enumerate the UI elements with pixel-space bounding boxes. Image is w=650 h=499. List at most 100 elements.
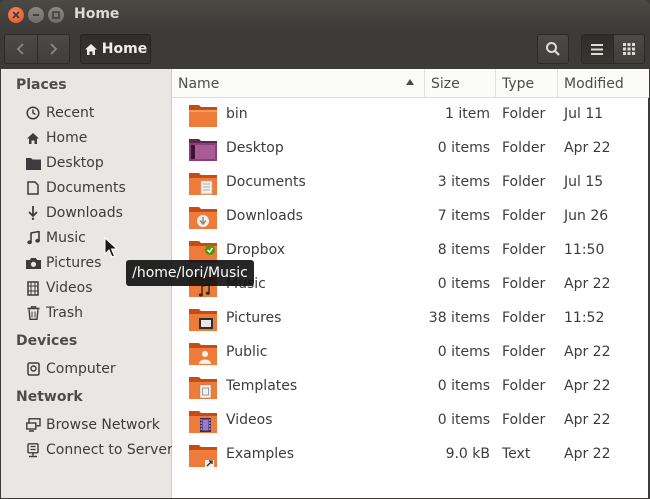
file-type: Folder <box>502 140 546 156</box>
file-row[interactable]: Documents 3 items Folder Jul 15 <box>172 166 649 200</box>
sidebar-item-label: Desktop <box>46 155 104 171</box>
drive-icon <box>25 361 41 377</box>
music-icon <box>25 230 41 246</box>
file-type: Text <box>502 446 531 462</box>
film-icon <box>25 280 41 296</box>
sidebar-item-home[interactable]: Home <box>25 127 87 149</box>
file-modified: Jul 15 <box>564 174 604 190</box>
file-size: 7 items <box>437 208 490 224</box>
sidebar-item-label: Recent <box>46 105 95 121</box>
back-button[interactable] <box>5 35 37 63</box>
column-header-row: Name Size Type Modified <box>172 69 649 98</box>
server-icon <box>25 442 41 458</box>
desktop-folder-icon <box>25 155 41 171</box>
path-bar-label: Home <box>101 41 148 57</box>
file-modified: Apr 22 <box>564 446 611 462</box>
file-modified: Apr 22 <box>564 378 611 394</box>
file-modified: Apr 22 <box>564 412 611 428</box>
sidebar-item-documents[interactable]: Documents <box>25 177 126 199</box>
path-bar-home-button[interactable]: Home <box>80 34 151 64</box>
file-type: Folder <box>502 412 546 428</box>
sidebar-item-label: Music <box>46 230 86 246</box>
list-view-icon <box>591 43 604 55</box>
link-folder-icon <box>189 445 217 467</box>
desktop-folder-icon <box>189 139 217 161</box>
file-type: Folder <box>502 344 546 360</box>
sidebar-item-label: Connect to Server <box>46 442 173 458</box>
maximize-window-button[interactable] <box>48 7 64 23</box>
sidebar-item-music[interactable]: Music <box>25 227 86 249</box>
history-nav <box>4 34 70 64</box>
file-type: Folder <box>502 276 546 292</box>
sidebar-item-label: Documents <box>46 180 126 196</box>
document-icon <box>25 180 41 196</box>
sidebar-item-connect-to-server[interactable]: Connect to Server <box>25 439 173 461</box>
sidebar-item-browse-network[interactable]: Browse Network <box>25 414 160 436</box>
sidebar-item-videos[interactable]: Videos <box>25 277 93 299</box>
devices-heading: Devices <box>16 333 78 349</box>
sidebar-item-label: Browse Network <box>46 417 160 433</box>
sidebar-item-label: Downloads <box>46 205 123 221</box>
toolbar: Home <box>0 31 650 69</box>
file-row[interactable]: Templates 0 items Folder Apr 22 <box>172 370 649 404</box>
file-row[interactable]: Public 0 items Folder Apr 22 <box>172 336 649 370</box>
public-folder-icon <box>189 343 217 365</box>
file-type: Folder <box>502 106 546 122</box>
file-name: Desktop <box>226 140 284 156</box>
mouse-pointer-icon <box>104 237 118 258</box>
chevron-right-icon <box>50 43 58 55</box>
downloads-folder-icon <box>189 207 217 229</box>
sidebar-item-desktop[interactable]: Desktop <box>25 152 104 174</box>
column-header-label: Name <box>178 75 220 92</box>
close-icon <box>12 11 20 19</box>
places-heading: Places <box>16 77 67 93</box>
sidebar-item-downloads[interactable]: Downloads <box>25 202 123 224</box>
column-header-modified[interactable]: Modified <box>558 69 649 98</box>
sidebar-item-label: Videos <box>46 280 93 296</box>
file-row[interactable]: bin 1 item Folder Jul 11 <box>172 98 649 132</box>
sidebar-item-computer[interactable]: Computer <box>25 358 116 380</box>
close-window-button[interactable] <box>8 7 24 23</box>
sidebar-item-label: Trash <box>46 305 83 321</box>
file-modified: 11:52 <box>564 310 605 326</box>
file-type: Folder <box>502 174 546 190</box>
templates-folder-icon <box>189 377 217 399</box>
home-icon <box>84 43 97 55</box>
file-modified: Jul 11 <box>564 106 604 122</box>
file-modified: Jun 26 <box>564 208 609 224</box>
list-view-button[interactable] <box>582 35 613 63</box>
file-row[interactable]: Desktop 0 items Folder Apr 22 <box>172 132 649 166</box>
sidebar-item-pictures[interactable]: Pictures <box>25 252 101 274</box>
folder-icon <box>189 105 217 127</box>
forward-button[interactable] <box>36 35 69 63</box>
download-icon <box>25 205 41 221</box>
file-name: Videos <box>226 412 273 428</box>
file-modified: Apr 22 <box>564 140 611 156</box>
documents-folder-icon <box>189 173 217 195</box>
file-name: Documents <box>226 174 306 190</box>
network-icon <box>25 417 41 433</box>
file-name: bin <box>226 106 248 122</box>
column-header-label: Type <box>502 75 535 92</box>
file-row[interactable]: Downloads 7 items Folder Jun 26 <box>172 200 649 234</box>
file-type: Folder <box>502 242 546 258</box>
sidebar-item-recent[interactable]: Recent <box>25 102 94 124</box>
tooltip: /home/lori/Music <box>126 260 254 286</box>
column-header-size[interactable]: Size <box>425 69 496 98</box>
column-header-name[interactable]: Name <box>172 69 425 98</box>
tooltip-text: /home/lori/Music <box>132 265 248 281</box>
file-name: Templates <box>226 378 298 394</box>
file-row[interactable]: Pictures 38 items Folder 11:52 <box>172 302 649 336</box>
minimize-window-button[interactable] <box>28 7 44 23</box>
sidebar-item-trash[interactable]: Trash <box>25 302 83 324</box>
file-row[interactable]: Examples 9.0 kB Text Apr 22 <box>172 438 649 472</box>
file-row[interactable]: Videos 0 items Folder Apr 22 <box>172 404 649 438</box>
search-button[interactable] <box>537 34 569 64</box>
sidebar-item-label: Home <box>46 130 88 146</box>
clock-icon <box>25 105 41 121</box>
minimize-icon <box>33 14 39 16</box>
file-modified: Apr 22 <box>564 276 611 292</box>
grid-view-button[interactable] <box>612 35 644 63</box>
chevron-left-icon <box>16 43 24 55</box>
column-header-type[interactable]: Type <box>496 69 558 98</box>
